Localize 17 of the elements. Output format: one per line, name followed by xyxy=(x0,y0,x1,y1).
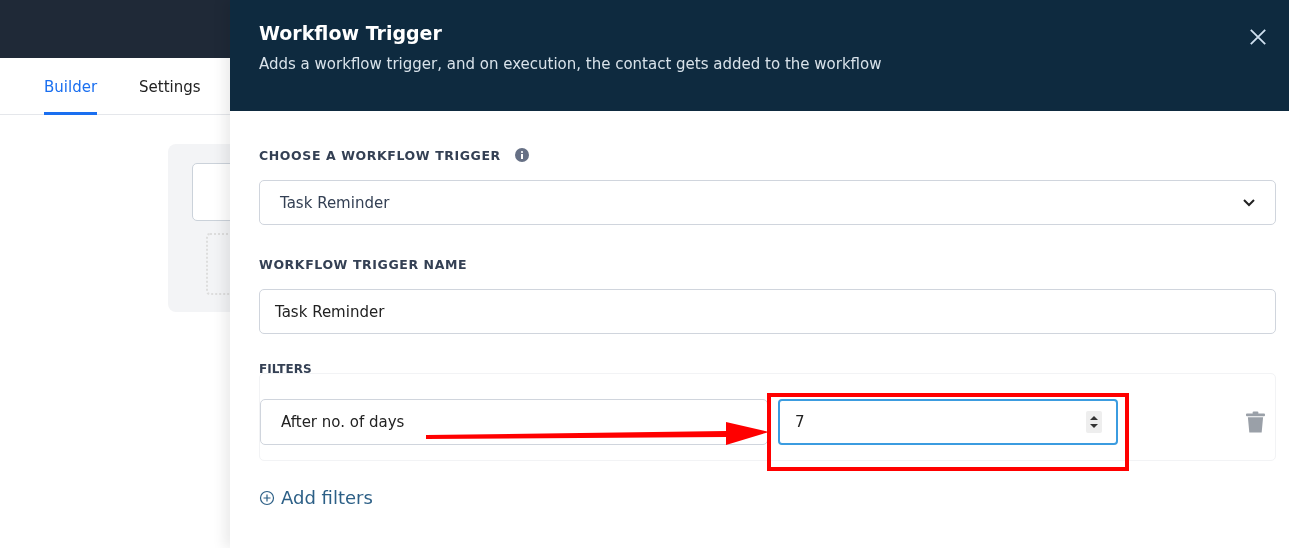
input-field[interactable]: Task Reminder xyxy=(259,289,1276,334)
plus-circle-icon xyxy=(259,489,275,506)
tab[interactable]: Builder xyxy=(44,58,98,115)
drawer-subtitle: Adds a workflow trigger, and on execution, the contact gets added to the workflow xyxy=(259,55,882,73)
field-label: FILTERS xyxy=(259,362,312,376)
field-label: CHOOSE A WORKFLOW TRIGGER xyxy=(259,147,501,163)
tab[interactable]: Settings xyxy=(139,58,201,115)
trash-icon[interactable] xyxy=(1246,411,1265,433)
trigger-select[interactable]: Task Reminder xyxy=(259,180,1276,225)
number-input[interactable]: 7 xyxy=(778,399,1118,445)
add-filters-link[interactable]: Add filters xyxy=(259,487,373,508)
chevron-down-icon xyxy=(1243,198,1255,207)
field-label: WORKFLOW TRIGGER NAME xyxy=(259,256,468,272)
drawer-title: Workflow Trigger xyxy=(259,22,443,44)
close-icon[interactable] xyxy=(1249,28,1267,46)
spinner-icon[interactable] xyxy=(1086,411,1102,433)
info-icon[interactable] xyxy=(514,148,529,162)
